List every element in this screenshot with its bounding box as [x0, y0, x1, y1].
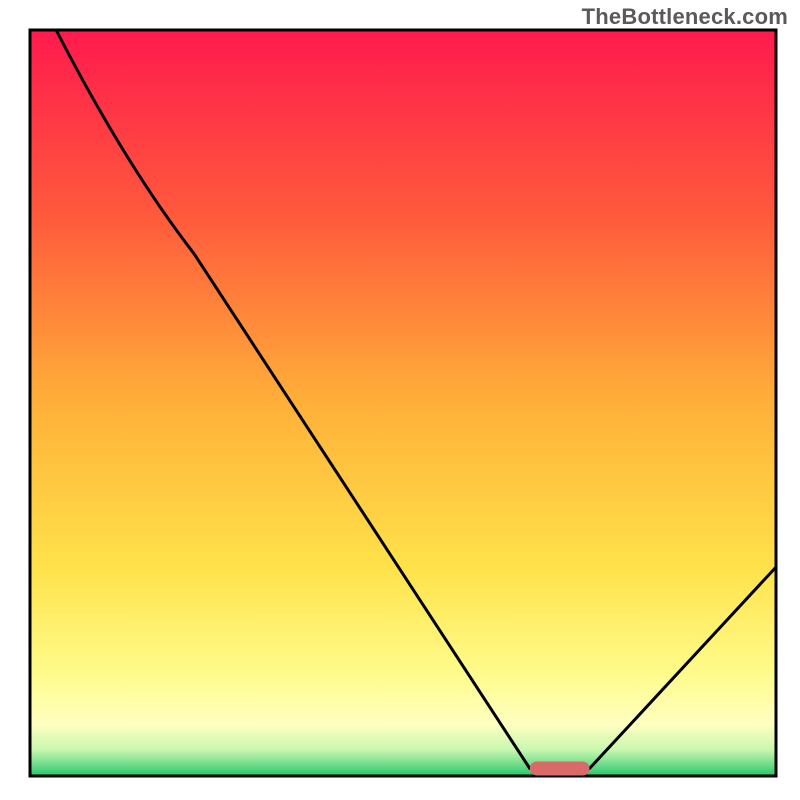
chart-svg: [0, 0, 800, 800]
plot-area: [30, 30, 776, 776]
gradient-background: [30, 30, 776, 776]
watermark-text: TheBottleneck.com: [582, 4, 788, 30]
bottleneck-chart: TheBottleneck.com: [0, 0, 800, 800]
optimum-marker-pill: [530, 762, 590, 776]
